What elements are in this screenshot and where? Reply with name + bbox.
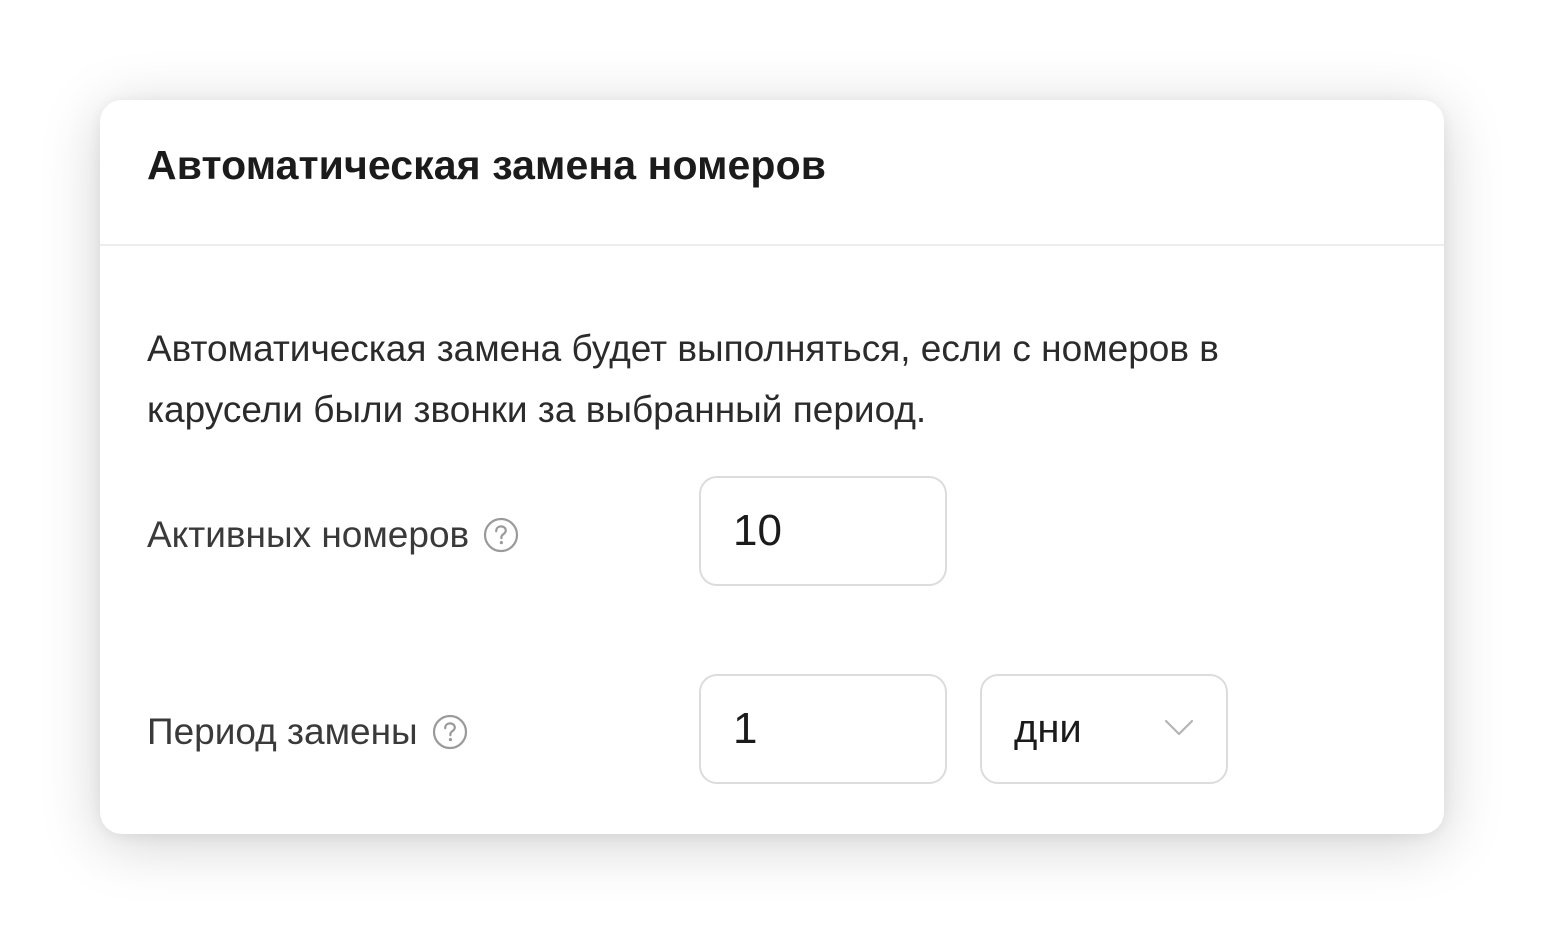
auto-replacement-card: Автоматическая замена номеров Автоматиче… <box>100 100 1444 834</box>
card-title: Автоматическая замена номеров <box>147 142 827 188</box>
card-header: Автоматическая замена номеров <box>100 100 1444 246</box>
replacement-period-input[interactable] <box>699 674 947 784</box>
question-circle-icon[interactable] <box>483 517 519 553</box>
description-text: Автоматическая замена будет выполняться,… <box>147 328 1219 430</box>
replacement-period-label-group: Период замены <box>147 702 468 762</box>
active-numbers-label-group: Активных номеров <box>147 505 519 565</box>
period-unit-value: дни <box>1014 706 1082 751</box>
period-unit-select[interactable]: дни <box>980 674 1228 784</box>
chevron-down-icon <box>1164 718 1194 738</box>
active-numbers-label: Активных номеров <box>147 514 470 555</box>
replacement-period-label: Период замены <box>147 711 418 752</box>
question-circle-icon[interactable] <box>432 714 468 750</box>
active-numbers-input[interactable] <box>699 476 947 586</box>
